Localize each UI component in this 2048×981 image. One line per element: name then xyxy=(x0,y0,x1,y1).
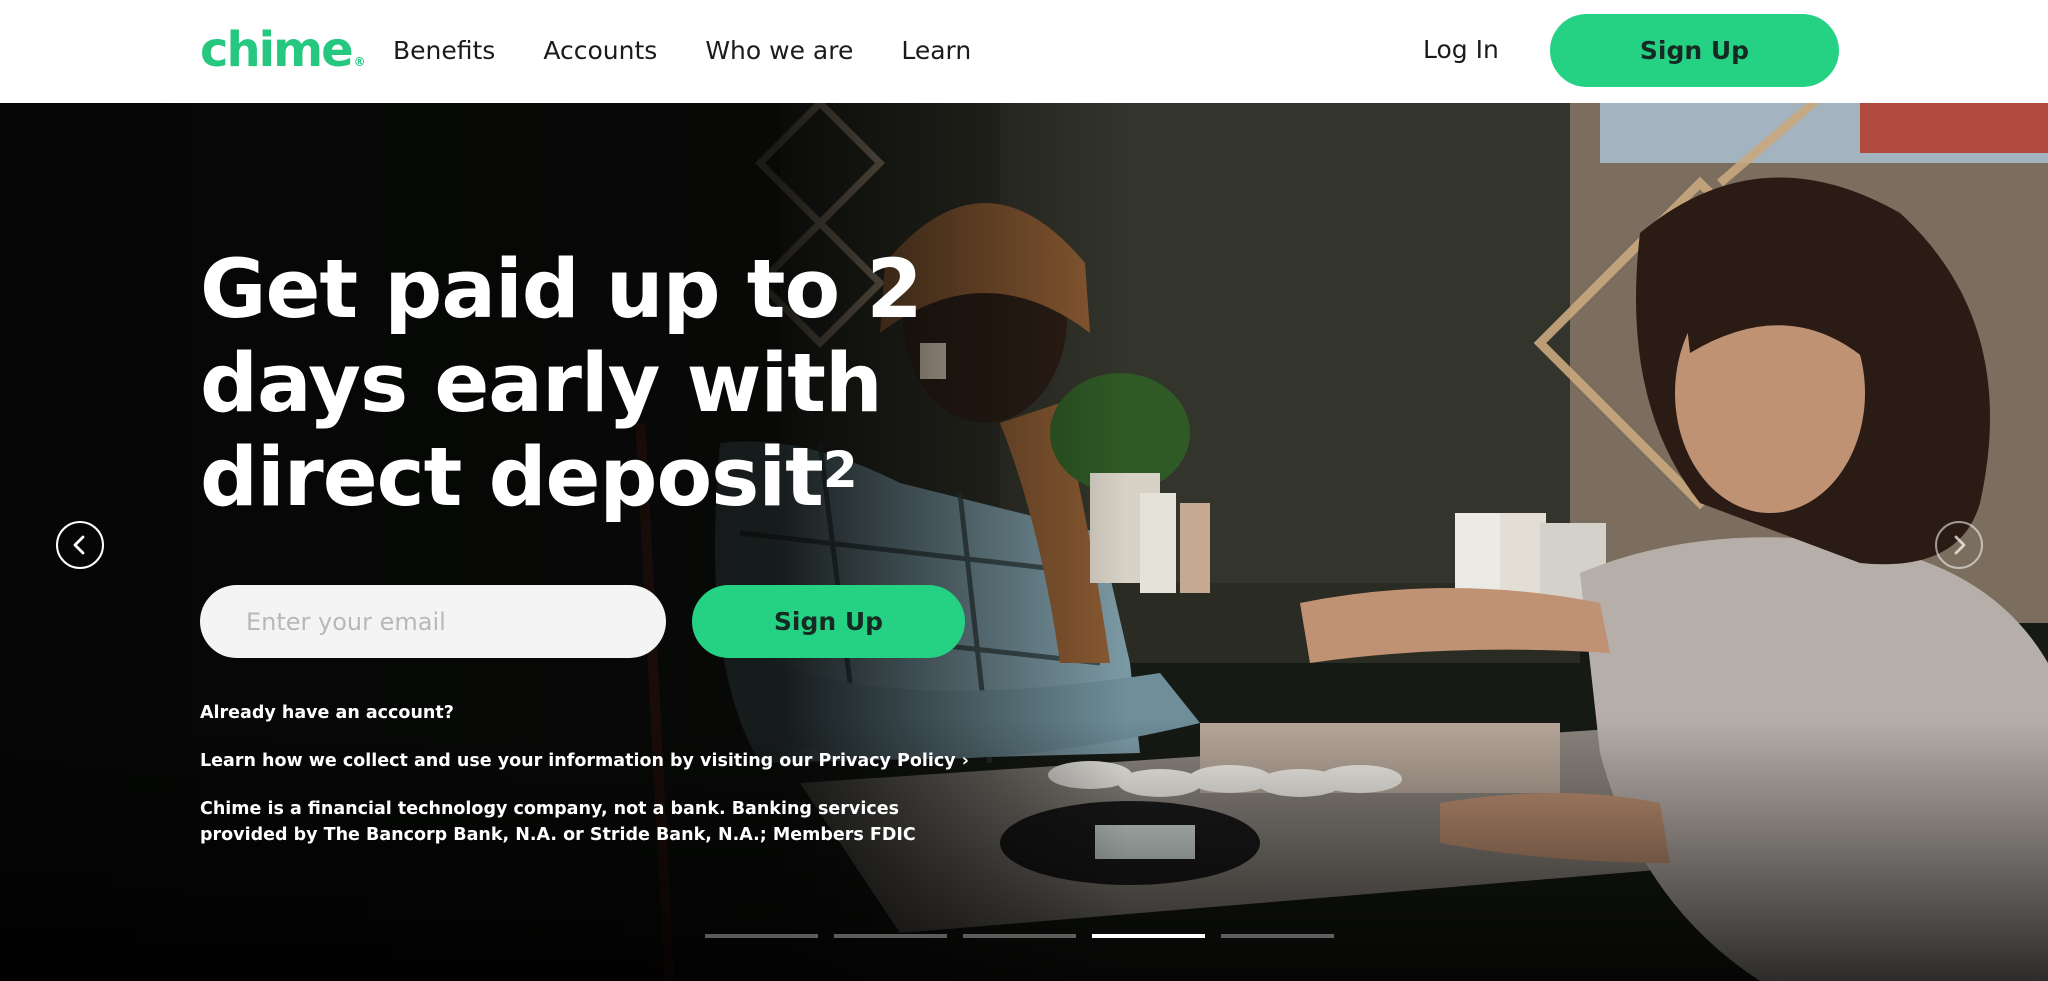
carousel-dot-2[interactable] xyxy=(834,934,947,938)
header-signup-button[interactable]: Sign Up xyxy=(1550,14,1839,87)
hero-section: Get paid up to 2 days early with direct … xyxy=(0,103,2048,981)
headline-footnote-marker[interactable]: 2 xyxy=(823,441,858,499)
login-link[interactable]: Log In xyxy=(1423,33,1499,67)
hero-signup-button[interactable]: Sign Up xyxy=(692,585,965,658)
privacy-policy-link[interactable]: Privacy Policy › xyxy=(819,751,969,771)
carousel-dot-1[interactable] xyxy=(705,934,818,938)
hero-headline-text: Get paid up to 2 days early with direct … xyxy=(200,243,923,525)
carousel-dot-4[interactable] xyxy=(1092,934,1205,938)
carousel-dot-3[interactable] xyxy=(963,934,1076,938)
nav-accounts[interactable]: Accounts xyxy=(543,34,657,68)
carousel-next-button[interactable] xyxy=(1935,521,1983,569)
main-nav: Benefits Accounts Who we are Learn xyxy=(393,34,971,68)
carousel-dot-5[interactable] xyxy=(1221,934,1334,938)
privacy-notice-text: Learn how we collect and use your inform… xyxy=(200,751,819,771)
chevron-left-icon xyxy=(73,535,85,555)
nav-learn[interactable]: Learn xyxy=(901,34,971,68)
banking-disclaimer: Chime is a financial technology company,… xyxy=(200,799,916,845)
carousel-prev-button[interactable] xyxy=(56,521,104,569)
logo-registered-mark: ® xyxy=(353,55,366,69)
hero-background-image xyxy=(0,103,2048,981)
hero-headline: Get paid up to 2 days early with direct … xyxy=(200,243,980,525)
nav-who-we-are[interactable]: Who we are xyxy=(705,34,853,68)
email-input[interactable] xyxy=(200,585,666,658)
already-have-account-link[interactable]: Already have an account? xyxy=(200,700,454,726)
carousel-indicators xyxy=(705,934,1334,938)
chime-logo[interactable]: chime ® xyxy=(200,17,366,83)
nav-benefits[interactable]: Benefits xyxy=(393,34,495,68)
chevron-right-icon xyxy=(1954,535,1966,555)
logo-text: chime xyxy=(200,22,354,78)
privacy-notice: Learn how we collect and use your inform… xyxy=(200,748,969,774)
site-header: chime ® Benefits Accounts Who we are Lear… xyxy=(0,0,2048,103)
